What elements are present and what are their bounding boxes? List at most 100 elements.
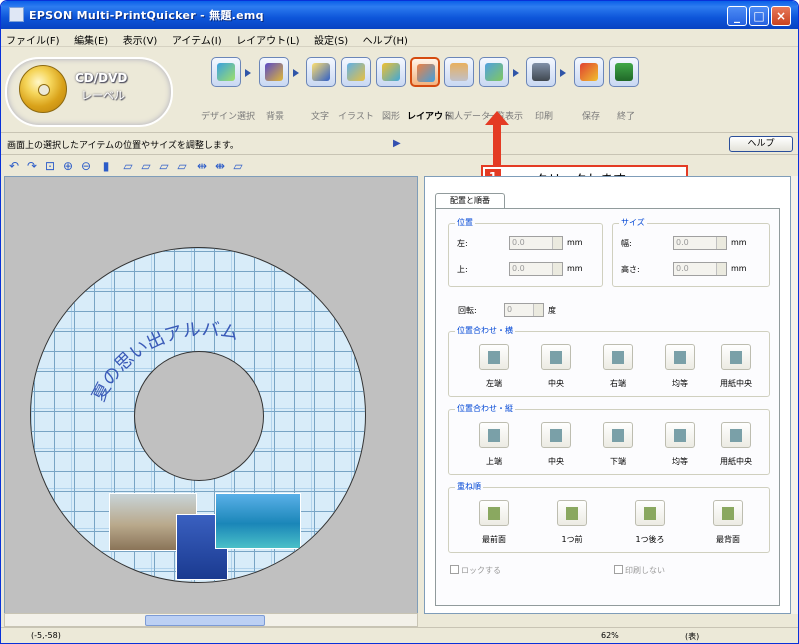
zoom-in-icon[interactable]: ⊕ <box>61 159 75 173</box>
distribute-v-icon <box>674 429 686 442</box>
forward-icon[interactable]: ▱ <box>139 159 153 173</box>
forward-label: 1つ前 <box>561 535 583 544</box>
flow-arrow-icon <box>560 69 566 77</box>
design-canvas[interactable]: 夏の思い出アルバム <box>4 176 418 614</box>
help-button[interactable]: ヘルプ <box>729 136 793 152</box>
align-bottom-button[interactable] <box>603 422 633 448</box>
personal-data-icon <box>450 63 468 81</box>
zoom-out-icon[interactable]: ⊖ <box>79 159 93 173</box>
layout-tool[interactable] <box>410 57 440 87</box>
align-bottom-label: 下端 <box>610 457 626 466</box>
height-input[interactable]: 0.0 <box>673 262 727 276</box>
fit-icon[interactable]: ⊡ <box>43 159 57 173</box>
app-window: EPSON Multi-PrintQuicker - 無題.emq _ □ × … <box>0 0 799 644</box>
label-text: 文字 <box>311 112 330 122</box>
layout-icon <box>417 64 435 82</box>
exit-tool[interactable] <box>609 57 639 87</box>
align-center-v-button[interactable] <box>541 422 571 448</box>
delete-icon[interactable]: ▮ <box>99 159 113 173</box>
label-personal-data: 個人データ <box>445 112 491 122</box>
background-tool[interactable] <box>259 57 289 87</box>
title-bar: EPSON Multi-PrintQuicker - 無題.emq _ □ × <box>1 1 798 29</box>
tab-arrange[interactable]: 配置と順番 <box>435 193 505 209</box>
advance-icon[interactable]: ▶ <box>393 138 407 150</box>
zoom-readout: 62% <box>601 631 619 640</box>
cd-label-preview[interactable]: 夏の思い出アルバム <box>30 247 366 583</box>
menu-settings[interactable]: 設定(S) <box>309 29 354 47</box>
properties-panel: 配置と順番 位置 左: 0.0 mm 上: 0.0 mm サイズ 幅: 0.0 … <box>424 176 791 614</box>
distribute-icon[interactable]: ⇼ <box>213 159 227 173</box>
width-input[interactable]: 0.0 <box>673 236 727 250</box>
left-input[interactable]: 0.0 <box>509 236 563 250</box>
text-tool[interactable] <box>306 57 336 87</box>
align-icon[interactable]: ⇹ <box>195 159 209 173</box>
menu-view[interactable]: 表示(V) <box>118 29 164 47</box>
align-top-button[interactable] <box>479 422 509 448</box>
no-print-checkbox[interactable]: 印刷しない <box>614 565 665 576</box>
menu-item[interactable]: アイテム(I) <box>167 29 228 47</box>
align-middle-icon <box>550 429 562 442</box>
back-label: 最背面 <box>716 535 740 544</box>
print-tool[interactable] <box>526 57 556 87</box>
top-label: 上: <box>457 265 468 274</box>
send-backward-button[interactable] <box>635 500 665 526</box>
menu-layout[interactable]: レイアウト(L) <box>231 29 305 47</box>
position-group-title: 位置 <box>455 217 475 228</box>
personal-data-tool[interactable] <box>444 57 474 87</box>
paper-center-v-icon <box>730 429 742 442</box>
label-save: 保存 <box>582 112 601 122</box>
paper-center-h-button[interactable] <box>721 344 751 370</box>
top-input[interactable]: 0.0 <box>509 262 563 276</box>
minimize-button[interactable]: _ <box>727 6 747 26</box>
menu-help[interactable]: ヘルプ(H) <box>358 29 414 47</box>
redo-icon[interactable]: ↷ <box>25 159 39 173</box>
list-view-tool[interactable] <box>479 57 509 87</box>
text-icon <box>312 63 330 81</box>
lock-checkbox[interactable]: ロックする <box>450 565 501 576</box>
distribute-label: 均等 <box>672 379 688 388</box>
align-top-label: 上端 <box>486 457 502 466</box>
menu-edit[interactable]: 編集(E) <box>69 29 114 47</box>
bring-forward-button[interactable] <box>557 500 587 526</box>
bring-front-icon[interactable]: ▱ <box>121 159 135 173</box>
align-bottom-icon <box>612 429 624 442</box>
exit-icon <box>615 63 633 81</box>
align-left-button[interactable] <box>479 344 509 370</box>
design-select-tool[interactable] <box>211 57 241 87</box>
align-horizontal-group: 位置合わせ・横 左端 中央 右端 均等 用紙中央 <box>448 325 770 397</box>
close-button[interactable]: × <box>771 6 791 26</box>
send-back-icon[interactable]: ▱ <box>175 159 189 173</box>
hint-bar: 画面上の選択したアイテムの位置やサイズを調整します。 ▶ ヘルプ <box>1 133 798 155</box>
photo-island[interactable] <box>215 493 301 549</box>
maximize-button[interactable]: □ <box>749 6 769 26</box>
save-tool[interactable] <box>574 57 604 87</box>
menu-file[interactable]: ファイル(F) <box>1 29 66 47</box>
width-unit: mm <box>731 238 747 247</box>
window-title: EPSON Multi-PrintQuicker - 無題.emq <box>29 9 264 22</box>
menu-bar: ファイル(F) 編集(E) 表示(V) アイテム(I) レイアウト(L) 設定(… <box>1 29 798 47</box>
backward-icon[interactable]: ▱ <box>157 159 171 173</box>
paper-center-v-button[interactable] <box>721 422 751 448</box>
paper-center-v-label: 用紙中央 <box>720 457 752 466</box>
scroll-thumb[interactable] <box>145 615 265 626</box>
canvas-horizontal-scrollbar[interactable] <box>4 613 418 627</box>
flow-arrow-icon <box>245 69 251 77</box>
send-to-back-button[interactable] <box>713 500 743 526</box>
distribute-v-label: 均等 <box>672 457 688 466</box>
distribute-h-button[interactable] <box>665 344 695 370</box>
status-bar: (-5,-58) 62% (表) <box>1 627 798 643</box>
illustration-tool[interactable] <box>341 57 371 87</box>
lock-icon[interactable]: ▱ <box>231 159 245 173</box>
panel-scrollbar[interactable] <box>791 176 798 614</box>
shape-tool[interactable] <box>376 57 406 87</box>
size-group: サイズ 幅: 0.0 mm 高さ: 0.0 mm <box>612 217 770 287</box>
tab-body: 位置 左: 0.0 mm 上: 0.0 mm サイズ 幅: 0.0 mm 高さ:… <box>435 208 780 606</box>
undo-icon[interactable]: ↶ <box>7 159 21 173</box>
distribute-v-button[interactable] <box>665 422 695 448</box>
rotation-input[interactable]: 0 <box>504 303 544 317</box>
logo-line1: CD/DVD <box>75 71 128 85</box>
align-right-button[interactable] <box>603 344 633 370</box>
align-center-h-button[interactable] <box>541 344 571 370</box>
bring-to-front-button[interactable] <box>479 500 509 526</box>
top-unit: mm <box>567 264 583 273</box>
